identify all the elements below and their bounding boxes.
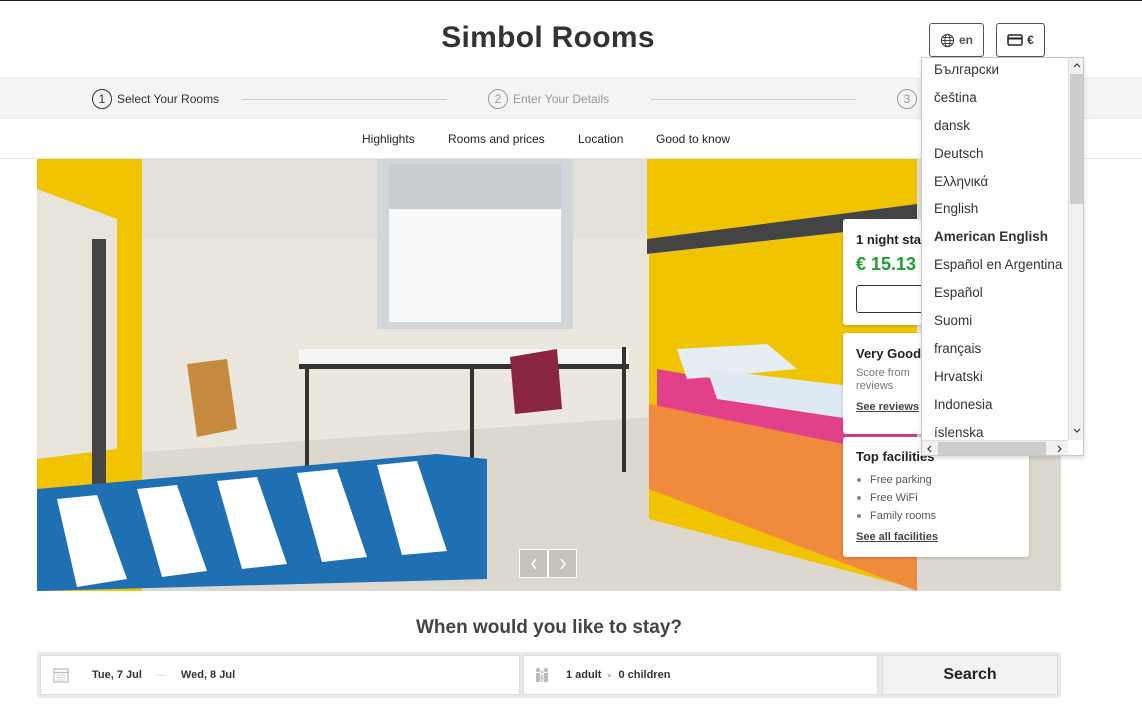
step-1: 1 Select Your Rooms (92, 89, 219, 109)
nav-rooms-and-prices[interactable]: Rooms and prices (448, 132, 545, 146)
search-button[interactable]: Search (882, 655, 1058, 695)
language-option[interactable]: English (922, 195, 1068, 223)
checkout-date: Wed, 8 Jul (180, 669, 236, 681)
step-number: 3 (897, 89, 917, 109)
see-all-facilities-link[interactable]: See all facilities (856, 531, 938, 543)
step-label: Select Your Rooms (117, 92, 220, 106)
date-separator: — (155, 669, 167, 681)
nav-good-to-know[interactable]: Good to know (656, 132, 730, 146)
language-option-selected[interactable]: American English (922, 223, 1068, 251)
language-list: Български čeština dansk Deutsch Ελληνικά… (922, 58, 1068, 446)
list-item: Free WiFi (856, 489, 936, 507)
step-number: 2 (488, 89, 508, 109)
currency-selector-button[interactable]: € (996, 23, 1045, 57)
booking-search-bar: Tue, 7 Jul — Wed, 8 Jul 1 adult 0 childr… (37, 652, 1061, 698)
rating-subtitle: Score from reviews (856, 367, 910, 392)
language-option[interactable]: Български (922, 58, 1068, 84)
step-number: 1 (92, 89, 112, 109)
language-option[interactable]: Hrvatski (922, 363, 1068, 391)
scroll-thumb[interactable] (938, 442, 1046, 455)
nav-location[interactable]: Location (578, 132, 623, 146)
bullet-icon (857, 496, 861, 500)
language-option[interactable]: Suomi (922, 307, 1068, 335)
facility-label: Free parking (870, 474, 932, 486)
facility-label: Free WiFi (870, 492, 918, 504)
nav-highlights[interactable]: Highlights (362, 132, 415, 146)
bullet-icon (857, 478, 861, 482)
language-option[interactable]: Indonesia (922, 391, 1068, 419)
step-3: 3 (897, 89, 922, 109)
adults-count: 1 adult (566, 669, 602, 681)
calendar-icon (53, 668, 69, 683)
chevron-left-icon (530, 558, 537, 569)
language-option[interactable]: Español en Argentina (922, 251, 1068, 279)
gallery-next-button[interactable] (548, 549, 577, 578)
stay-title: 1 night sta (856, 232, 922, 247)
step-connector (651, 99, 856, 100)
people-icon (535, 667, 549, 682)
scroll-down-icon[interactable] (1069, 423, 1083, 438)
scroll-left-icon[interactable] (922, 441, 937, 455)
step-2: 2 Enter Your Details (488, 89, 609, 109)
vertical-scrollbar[interactable] (1068, 58, 1083, 440)
checkin-date: Tue, 7 Jul (92, 669, 142, 681)
guests-field[interactable]: 1 adult 0 children (523, 655, 878, 695)
facility-label: Family rooms (870, 510, 937, 522)
scroll-thumb[interactable] (1070, 74, 1083, 204)
language-option[interactable]: čeština (922, 84, 1068, 112)
language-selector-button[interactable]: en (929, 23, 984, 57)
price-value: € 15.13 (856, 254, 917, 274)
gallery-prev-button[interactable] (519, 549, 548, 578)
language-option[interactable]: français (922, 335, 1068, 363)
booking-title: When would you like to stay? (415, 617, 683, 638)
currency-symbol: € (1027, 33, 1034, 47)
bullet-icon (857, 514, 861, 518)
language-code: en (958, 33, 973, 47)
language-option[interactable]: Deutsch (922, 140, 1068, 168)
step-label: Enter Your Details (513, 92, 610, 106)
see-reviews-link[interactable]: See reviews (856, 401, 919, 413)
scroll-right-icon[interactable] (1052, 441, 1067, 455)
horizontal-scrollbar[interactable] (922, 440, 1068, 455)
globe-icon (940, 33, 955, 47)
list-item: Free parking (856, 471, 936, 489)
children-count: 0 children (618, 669, 671, 681)
language-option[interactable]: Español (922, 279, 1068, 307)
chevron-right-icon (559, 558, 566, 569)
language-option[interactable]: Ελληνικά (922, 168, 1068, 196)
rating-title: Very Good (856, 346, 922, 361)
language-dropdown[interactable]: Български čeština dansk Deutsch Ελληνικά… (921, 57, 1084, 456)
language-option[interactable]: dansk (922, 112, 1068, 140)
credit-card-icon (1007, 34, 1023, 46)
guests-separator (608, 673, 612, 677)
step-connector (242, 99, 447, 100)
list-item: Family rooms (856, 507, 936, 525)
scroll-up-icon[interactable] (1069, 58, 1083, 73)
facilities-list: Free parking Free WiFi Family rooms (856, 471, 936, 525)
date-picker-field[interactable]: Tue, 7 Jul — Wed, 8 Jul (40, 655, 520, 695)
